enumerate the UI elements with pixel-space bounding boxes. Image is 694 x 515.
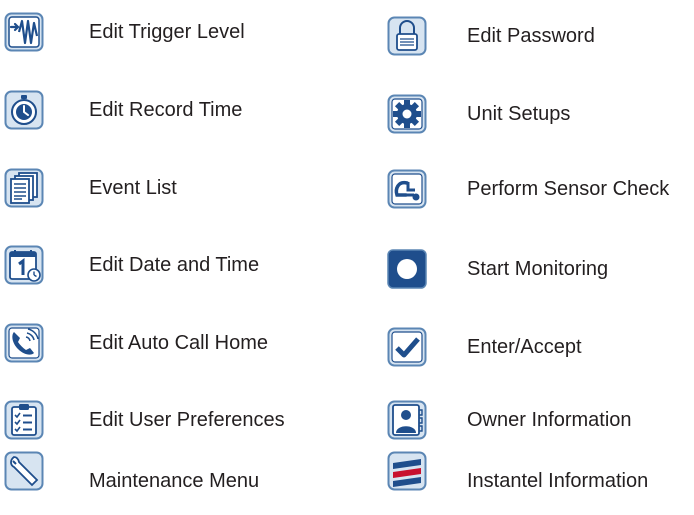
- legend-label: Owner Information: [467, 409, 632, 431]
- legend-label: Maintenance Menu: [89, 470, 260, 492]
- record-icon: [387, 249, 427, 289]
- legend-label: Unit Setups: [467, 103, 571, 125]
- clipboard-checklist-icon: [4, 400, 44, 440]
- legend-item-maintenance-menu: Maintenance Menu: [4, 451, 259, 515]
- wrench-icon: [4, 451, 44, 491]
- checkmark-icon: [387, 327, 427, 367]
- legend-item-edit-date-and-time: Edit Date and Time: [4, 243, 259, 287]
- documents-icon: [4, 168, 44, 208]
- legend-item-edit-auto-call-home: Edit Auto Call Home: [4, 321, 268, 365]
- legend-item-edit-user-preferences: Edit User Preferences: [4, 398, 285, 442]
- legend-label: Edit Password: [467, 25, 595, 47]
- trigger-level-icon: [4, 12, 44, 52]
- legend-item-instantel-information: Instantel Information: [387, 451, 648, 515]
- legend-item-owner-information: Owner Information: [387, 398, 632, 442]
- instantel-logo-icon: [387, 451, 427, 491]
- legend-label: Enter/Accept: [467, 336, 582, 358]
- legend-item-edit-password: Edit Password: [387, 14, 595, 58]
- calendar-clock-icon: [4, 245, 44, 285]
- legend-label: Edit Auto Call Home: [89, 332, 268, 354]
- legend-label: Start Monitoring: [467, 258, 609, 280]
- legend-label: Edit Record Time: [89, 99, 243, 121]
- legend-item-perform-sensor-check: Perform Sensor Check: [387, 167, 669, 211]
- stopwatch-icon: [4, 90, 44, 130]
- sensor-check-icon: [387, 169, 427, 209]
- owner-contact-icon: [387, 400, 427, 440]
- legend-item-enter-accept: Enter/Accept: [387, 325, 582, 369]
- legend-item-edit-trigger-level: Edit Trigger Level: [4, 10, 245, 54]
- lock-icon: [387, 16, 427, 56]
- gear-icon: [387, 94, 427, 134]
- legend-item-event-list: Event List: [4, 166, 177, 210]
- phone-icon: [4, 323, 44, 363]
- legend-item-start-monitoring: Start Monitoring: [387, 247, 608, 291]
- legend-label: Edit User Preferences: [89, 409, 285, 431]
- legend-item-edit-record-time: Edit Record Time: [4, 88, 242, 132]
- legend-label: Edit Trigger Level: [89, 21, 245, 43]
- legend-label: Event List: [89, 177, 177, 199]
- legend-item-unit-setups: Unit Setups: [387, 92, 570, 136]
- legend-label: Edit Date and Time: [89, 254, 260, 276]
- legend-label: Instantel Information: [467, 470, 649, 492]
- legend-label: Perform Sensor Check: [467, 178, 670, 200]
